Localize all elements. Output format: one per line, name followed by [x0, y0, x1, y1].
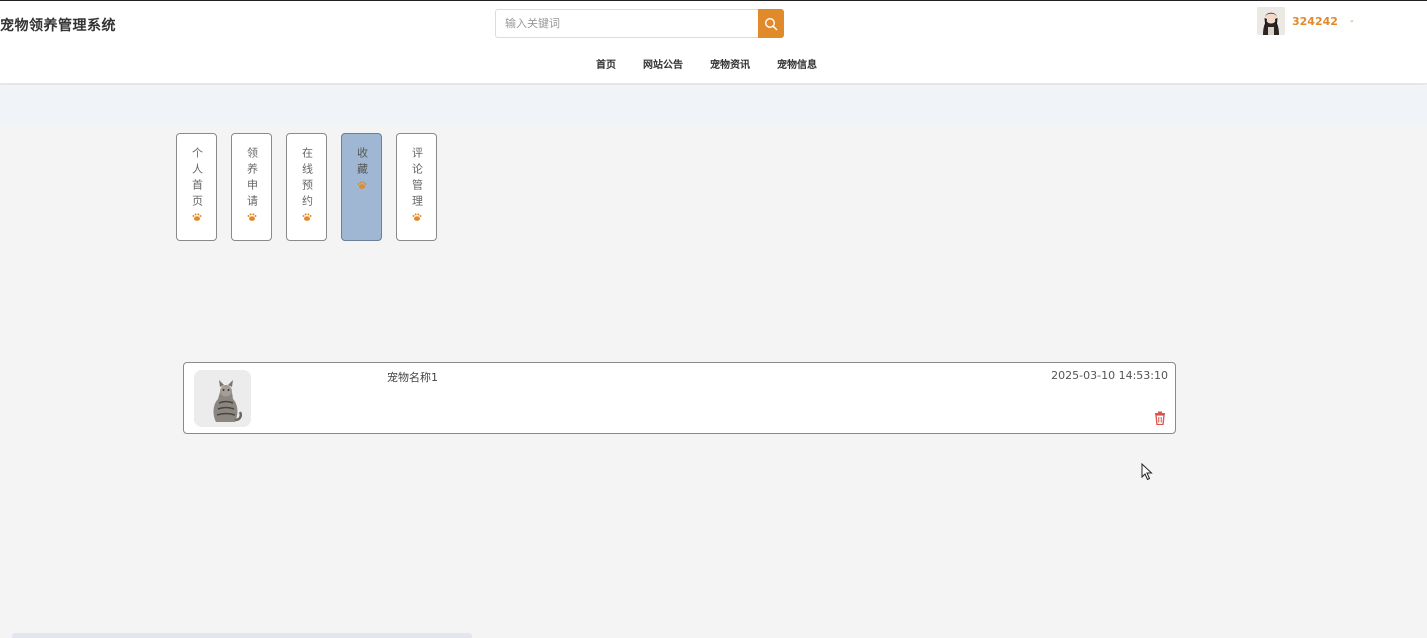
user-menu[interactable]: 324242 -	[1257, 6, 1354, 36]
tab-label: 在线预约	[300, 147, 314, 211]
pet-name[interactable]: 宠物名称1	[387, 369, 438, 385]
main-nav: 首页 网站公告 宠物资讯 宠物信息	[596, 56, 844, 71]
tab-adoption-applications[interactable]: 领养申请	[231, 133, 272, 241]
pet-thumbnail[interactable]	[194, 370, 251, 427]
banner-strip	[0, 85, 1427, 125]
bottom-scroll-bar[interactable]	[12, 633, 472, 638]
search-icon	[764, 17, 778, 30]
mouse-cursor-icon	[1141, 463, 1153, 481]
tab-label: 评论管理	[410, 147, 424, 211]
user-menu-caret[interactable]: -	[1350, 16, 1354, 27]
paw-icon	[247, 213, 256, 221]
tab-label: 个人首页	[190, 147, 204, 211]
user-avatar[interactable]	[1257, 7, 1285, 35]
tab-personal-home[interactable]: 个人首页	[176, 133, 217, 241]
tab-comment-management[interactable]: 评论管理	[396, 133, 437, 241]
nav-announcements[interactable]: 网站公告	[643, 56, 683, 71]
tab-label: 收藏	[355, 147, 369, 179]
site-title: 宠物领养管理系统	[0, 18, 116, 34]
tab-online-booking[interactable]: 在线预约	[286, 133, 327, 241]
username[interactable]: 324242	[1292, 15, 1338, 28]
search-button[interactable]	[758, 9, 784, 38]
nav-pet-news[interactable]: 宠物资讯	[710, 56, 750, 71]
search-box	[495, 9, 784, 38]
paw-icon	[412, 213, 421, 221]
favorite-item[interactable]: 宠物名称1 2025-03-10 14:53:10	[183, 362, 1176, 434]
search-input[interactable]	[495, 9, 758, 38]
trash-icon[interactable]	[1154, 411, 1166, 425]
nav-pet-info[interactable]: 宠物信息	[777, 56, 817, 71]
favorite-time: 2025-03-10 14:53:10	[1051, 369, 1168, 382]
user-center-tabs: 个人首页 领养申请 在线预约 收藏 评论管理	[176, 133, 437, 241]
tab-label: 领养申请	[245, 147, 259, 211]
tab-favorites[interactable]: 收藏	[341, 133, 382, 241]
header: 宠物领养管理系统 324242 - 首页 网站公告 宠物	[0, 1, 1427, 84]
paw-icon	[192, 213, 201, 221]
nav-home[interactable]: 首页	[596, 56, 616, 71]
paw-icon	[357, 181, 366, 189]
paw-icon	[302, 213, 311, 221]
